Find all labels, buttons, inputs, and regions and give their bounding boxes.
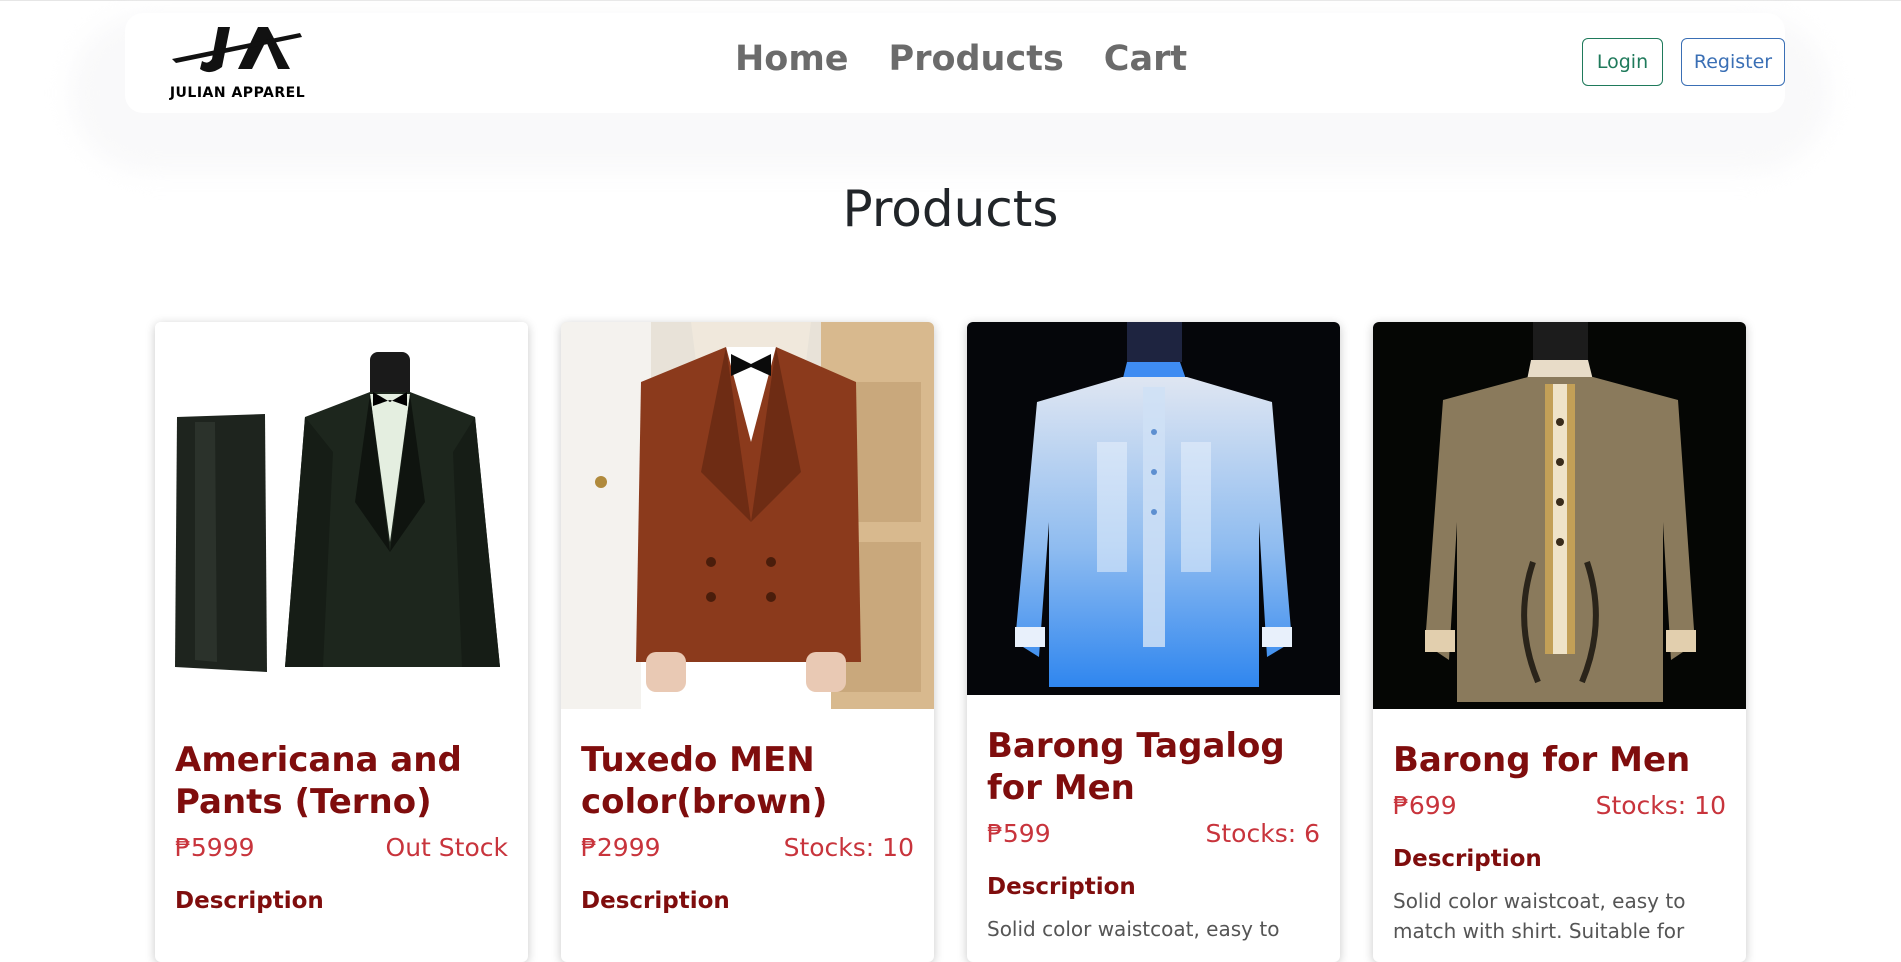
product-image-barong-brown[interactable]	[1373, 322, 1746, 709]
product-title[interactable]: Americana and Pants (Terno)	[175, 739, 508, 823]
product-title[interactable]: Barong for Men	[1393, 739, 1726, 781]
description-heading: Description	[987, 874, 1136, 900]
product-image-suit[interactable]	[155, 322, 528, 709]
nav-home-link[interactable]: Home	[735, 39, 849, 79]
logo-text: JULIAN APPAREL	[169, 85, 306, 101]
logo-mark-icon	[172, 27, 302, 73]
product-description: Solid color waistcoat, easy to	[987, 917, 1280, 941]
register-button[interactable]: Register	[1681, 38, 1785, 86]
product-price: ₱5999	[175, 833, 255, 862]
product-description: Solid color waistcoat, easy to match wit…	[1393, 889, 1686, 943]
product-image-tuxedo[interactable]	[561, 322, 934, 709]
product-price: ₱2999	[581, 833, 661, 862]
description-heading: Description	[581, 888, 730, 914]
suit-image	[155, 322, 528, 709]
product-title[interactable]: Barong Tagalog for Men	[987, 725, 1320, 809]
product-card[interactable]: Barong Tagalog for Men ₱599 Stocks: 6 De…	[967, 322, 1340, 962]
brand-logo[interactable]: JULIAN APPAREL	[145, 21, 330, 101]
auth-buttons: Login Register	[1582, 38, 1785, 86]
product-stock: Stocks: 6	[1205, 819, 1321, 848]
description-heading: Description	[175, 888, 324, 914]
barong-blue-image	[967, 322, 1340, 695]
product-price: ₱699	[1393, 791, 1457, 820]
tuxedo-image	[561, 322, 934, 709]
main-nav: Home Products Cart	[735, 39, 1187, 79]
product-stock: Out Stock	[385, 833, 508, 862]
header: JULIAN APPAREL Home Products Cart Login …	[0, 0, 1901, 190]
description-heading: Description	[1393, 846, 1542, 872]
product-grid: Americana and Pants (Terno) ₱5999 Out St…	[155, 322, 1746, 962]
product-price: ₱599	[987, 819, 1051, 848]
product-card[interactable]: Barong for Men ₱699 Stocks: 10 Descripti…	[1373, 322, 1746, 962]
page-title: Products	[842, 180, 1059, 238]
barong-brown-image	[1373, 322, 1746, 709]
nav-products-link[interactable]: Products	[889, 39, 1064, 79]
product-stock: Stocks: 10	[1595, 791, 1726, 820]
product-card[interactable]: Tuxedo MEN color(brown) ₱2999 Stocks: 10…	[561, 322, 934, 962]
login-button[interactable]: Login	[1582, 38, 1663, 86]
product-card[interactable]: Americana and Pants (Terno) ₱5999 Out St…	[155, 322, 528, 962]
product-stock: Stocks: 10	[783, 833, 914, 862]
navbar: JULIAN APPAREL Home Products Cart Login …	[125, 13, 1785, 113]
product-title[interactable]: Tuxedo MEN color(brown)	[581, 739, 914, 823]
product-image-barong-blue[interactable]	[967, 322, 1340, 695]
nav-cart-link[interactable]: Cart	[1104, 39, 1187, 79]
